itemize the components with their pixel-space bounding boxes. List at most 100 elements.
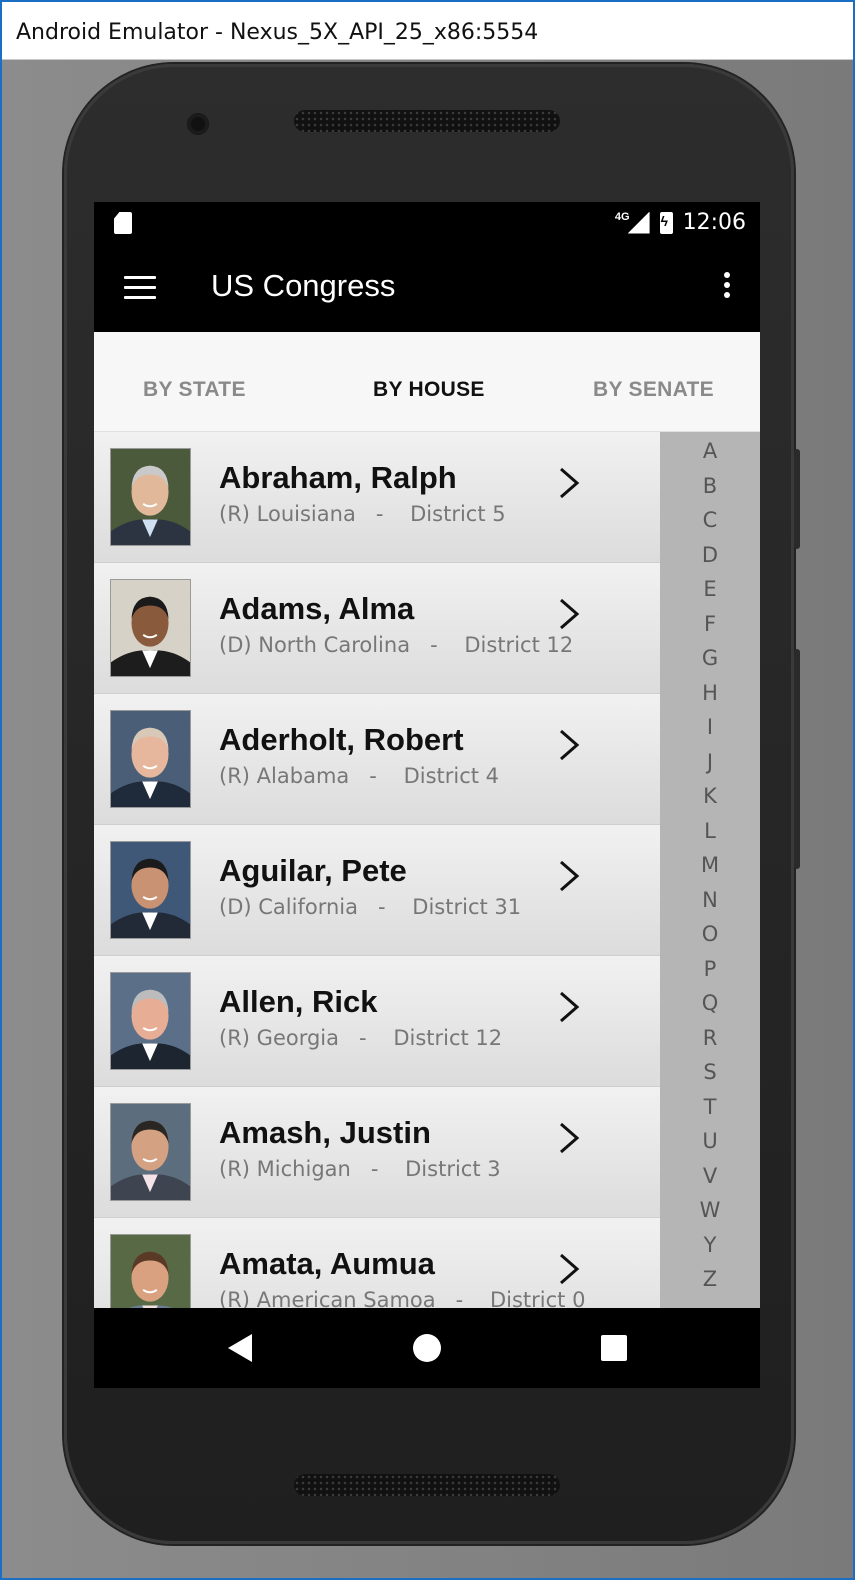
member-details: (R) Michigan - District 3 <box>219 1157 501 1181</box>
member-row[interactable]: Allen, Rick (R) Georgia - District 12 <box>94 956 660 1087</box>
index-letter[interactable]: D <box>660 538 760 573</box>
recents-square-icon[interactable] <box>601 1335 627 1361</box>
status-bar: 4G 12:06 <box>94 202 760 244</box>
member-district: District 0 <box>489 1288 586 1308</box>
member-party: (R) <box>219 502 250 526</box>
network-type: 4G <box>614 210 630 223</box>
index-letter[interactable]: V <box>660 1159 760 1194</box>
member-name: Allen, Rick <box>219 984 378 1019</box>
member-details: (D) North Carolina - District 12 <box>219 633 574 657</box>
member-details: (R) Alabama - District 4 <box>219 764 500 788</box>
more-vert-icon[interactable] <box>724 272 732 302</box>
index-letter[interactable]: J <box>660 745 760 780</box>
member-row[interactable]: Aderholt, Robert (R) Alabama - District … <box>94 694 660 825</box>
member-party: (R) <box>219 1288 250 1308</box>
alphabet-index[interactable]: ABCDEFGHIJKLMNOPQRSTUVWYZ <box>660 432 760 1308</box>
chevron-right-icon[interactable] <box>556 1121 582 1155</box>
member-state: Georgia <box>256 1026 340 1050</box>
sd-card-icon <box>114 212 132 234</box>
status-clock: 12:06 <box>682 210 746 235</box>
member-district: District 12 <box>393 1026 503 1050</box>
index-letter[interactable]: A <box>660 434 760 469</box>
member-list[interactable]: Abraham, Ralph (R) Louisiana - District … <box>94 432 660 1308</box>
signal-icon <box>627 211 650 234</box>
index-letter[interactable]: E <box>660 572 760 607</box>
member-row[interactable]: Abraham, Ralph (R) Louisiana - District … <box>94 432 660 563</box>
member-row[interactable]: Amata, Aumua (R) American Samoa - Distri… <box>94 1218 660 1308</box>
app-bar: US Congress <box>94 244 760 332</box>
member-details: (R) American Samoa - District 0 <box>219 1288 585 1308</box>
member-state: American Samoa <box>256 1288 436 1308</box>
back-triangle-icon[interactable] <box>228 1334 252 1362</box>
chevron-right-icon[interactable] <box>556 859 582 893</box>
battery-charging-icon <box>659 211 673 234</box>
hamburger-icon[interactable] <box>124 276 156 300</box>
member-photo <box>110 710 191 808</box>
member-district: District 12 <box>464 633 574 657</box>
index-letter[interactable]: Q <box>660 986 760 1021</box>
index-letter[interactable]: G <box>660 641 760 676</box>
bottom-speaker <box>294 1474 560 1496</box>
chevron-right-icon[interactable] <box>556 466 582 500</box>
member-row[interactable]: Aguilar, Pete (D) California - District … <box>94 825 660 956</box>
index-letter[interactable]: O <box>660 917 760 952</box>
index-letter[interactable]: S <box>660 1055 760 1090</box>
system-nav-bar <box>94 1308 760 1388</box>
member-row[interactable]: Adams, Alma (D) North Carolina - Distric… <box>94 563 660 694</box>
member-state: Michigan <box>256 1157 351 1181</box>
chevron-right-icon[interactable] <box>556 728 582 762</box>
volume-button[interactable] <box>794 449 800 549</box>
member-photo <box>110 1234 191 1308</box>
index-letter[interactable]: H <box>660 676 760 711</box>
chevron-right-icon[interactable] <box>556 990 582 1024</box>
member-name: Aguilar, Pete <box>219 853 407 888</box>
member-party: (R) <box>219 1157 250 1181</box>
index-letter[interactable]: K <box>660 779 760 814</box>
index-letter[interactable]: U <box>660 1124 760 1159</box>
member-photo <box>110 448 191 546</box>
tab-bar: BY STATE BY HOUSE BY SENATE <box>94 332 760 432</box>
member-name: Aderholt, Robert <box>219 722 464 757</box>
chevron-right-icon[interactable] <box>556 597 582 631</box>
member-state: North Carolina <box>258 633 411 657</box>
member-state: Louisiana <box>256 502 356 526</box>
index-letter[interactable]: L <box>660 814 760 849</box>
tab-by-senate[interactable]: BY SENATE <box>593 378 714 402</box>
index-letter[interactable]: T <box>660 1090 760 1125</box>
index-letter[interactable]: F <box>660 607 760 642</box>
member-photo <box>110 1103 191 1201</box>
index-letter[interactable]: N <box>660 883 760 918</box>
member-details: (D) California - District 31 <box>219 895 522 919</box>
member-party: (D) <box>219 895 252 919</box>
index-letter[interactable]: B <box>660 469 760 504</box>
top-speaker <box>294 110 560 132</box>
member-district: District 3 <box>405 1157 501 1181</box>
member-details: (R) Georgia - District 12 <box>219 1026 503 1050</box>
emulator-window: Android Emulator - Nexus_5X_API_25_x86:5… <box>0 0 855 1580</box>
index-letter[interactable]: I <box>660 710 760 745</box>
member-photo <box>110 841 191 939</box>
member-row[interactable]: Amash, Justin (R) Michigan - District 3 <box>94 1087 660 1218</box>
index-letter[interactable]: C <box>660 503 760 538</box>
member-district: District 5 <box>410 502 506 526</box>
member-photo <box>110 579 191 677</box>
window-title: Android Emulator - Nexus_5X_API_25_x86:5… <box>2 2 853 60</box>
device-screen: 4G 12:06 US Congress BY STATE BY HOUSE B… <box>94 202 760 1388</box>
member-party: (R) <box>219 1026 250 1050</box>
member-party: (R) <box>219 764 250 788</box>
member-state: Alabama <box>256 764 350 788</box>
index-letter[interactable]: R <box>660 1021 760 1056</box>
member-name: Abraham, Ralph <box>219 460 457 495</box>
home-circle-icon[interactable] <box>413 1334 441 1362</box>
index-letter[interactable]: Z <box>660 1262 760 1297</box>
tab-by-state[interactable]: BY STATE <box>143 378 246 402</box>
power-button[interactable] <box>794 649 800 869</box>
member-party: (D) <box>219 633 252 657</box>
member-district: District 31 <box>412 895 522 919</box>
index-letter[interactable]: P <box>660 952 760 987</box>
index-letter[interactable]: W <box>660 1193 760 1228</box>
index-letter[interactable]: M <box>660 848 760 883</box>
chevron-right-icon[interactable] <box>556 1252 582 1286</box>
tab-by-house[interactable]: BY HOUSE <box>373 378 485 402</box>
index-letter[interactable]: Y <box>660 1228 760 1263</box>
